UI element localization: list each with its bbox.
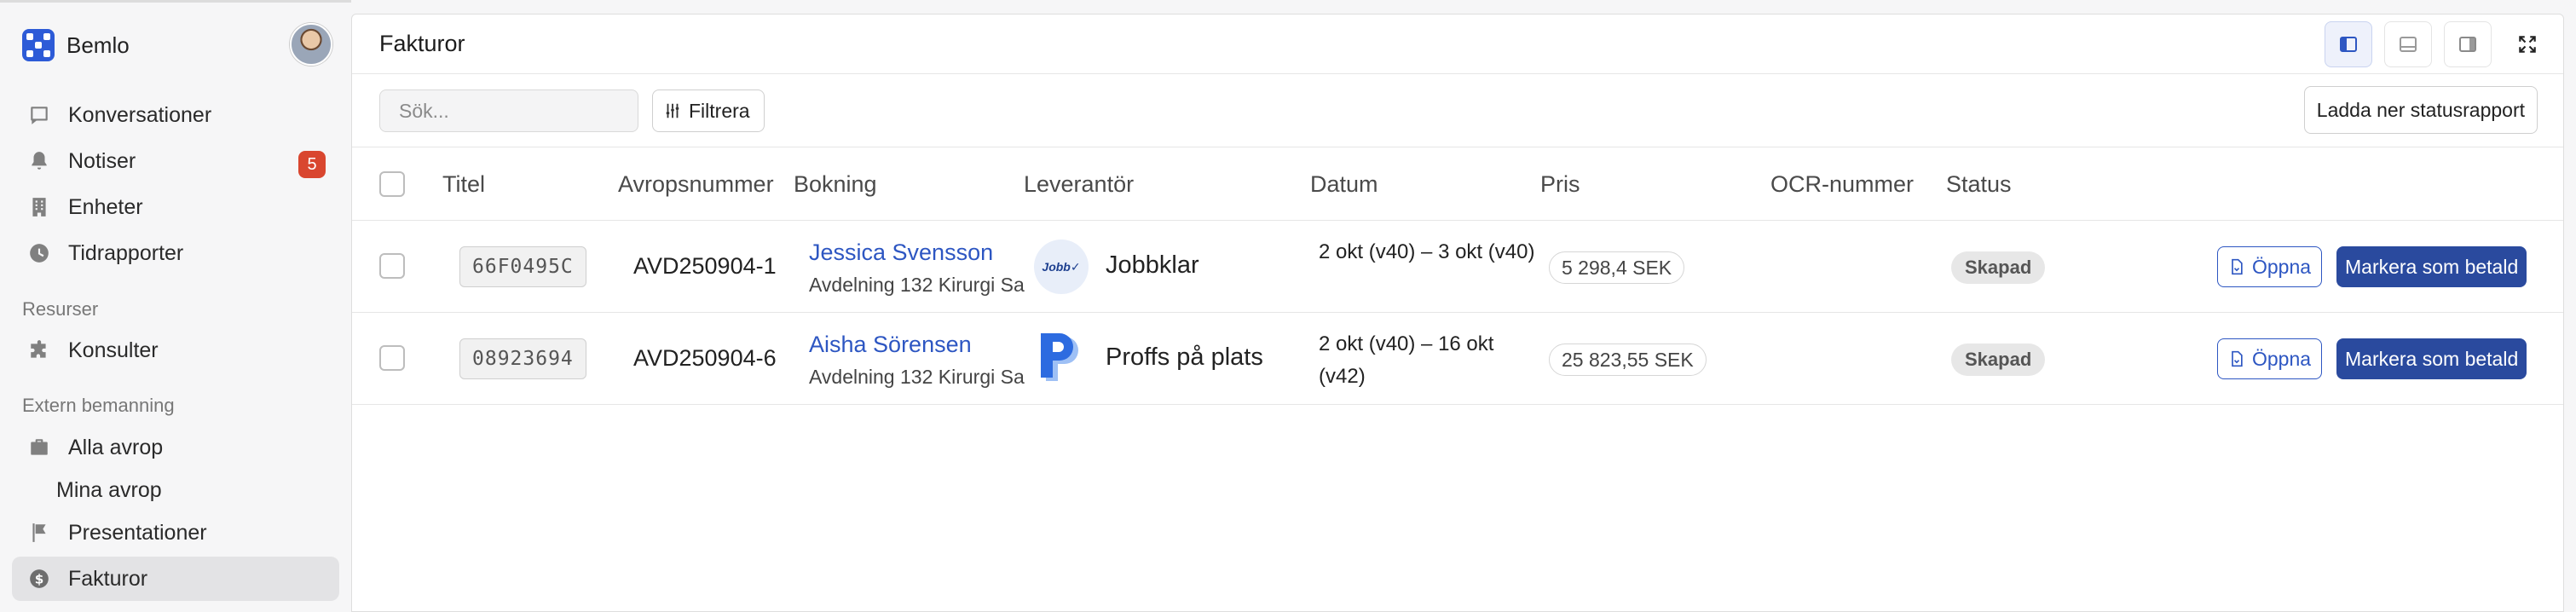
supplier-name: Proffs på plats (1106, 344, 1263, 371)
puzzle-icon (27, 338, 51, 362)
sidebar-item-enheter[interactable]: Enheter (12, 185, 339, 229)
avrop-number: AVD250904-6 (633, 345, 777, 371)
download-status-report-button[interactable]: Ladda ner statusrapport (2303, 86, 2538, 134)
flag-icon (27, 521, 51, 545)
layout-bottom-icon (2400, 37, 2417, 52)
table-header: Titel Avropsnummer Bokning Leverantör Da… (352, 147, 2563, 221)
document-icon (2232, 258, 2243, 275)
column-header-bokning[interactable]: Bokning (794, 171, 877, 198)
view-toggle-group (2325, 21, 2551, 67)
layout-left-icon (2340, 37, 2357, 52)
sidebar-item-mina-avrop[interactable]: Mina avrop (12, 468, 339, 512)
booking-department: Avdelning 132 Kirurgi Sa (809, 274, 1025, 296)
table-row[interactable]: 66F0495C AVD250904-1 Jessica Svensson Av… (352, 221, 2563, 313)
sidebar-item-tidrapporter[interactable]: Tidrapporter (12, 231, 339, 275)
sidebar-item-label: Notiser (68, 148, 136, 173)
filter-button[interactable]: Filtrera (652, 89, 765, 132)
search-input[interactable] (379, 89, 638, 132)
proffs-pa-plats-logo-icon (1034, 332, 1089, 386)
main-panel: Fakturor Filtrera Ladda ner statusrappor… (351, 14, 2564, 612)
dollar-icon: $ (27, 567, 51, 591)
price-chip: 5 298,4 SEK (1549, 251, 1685, 284)
column-header-status[interactable]: Status (1946, 171, 2012, 198)
date-range: 2 okt (v40) – 16 okt (v42) (1319, 332, 1494, 388)
building-icon (27, 195, 51, 219)
open-label: Öppna (2252, 347, 2312, 370)
sidebar-item-notiser[interactable]: Notiser 5 (12, 139, 339, 183)
price-chip: 25 823,55 SEK (1549, 344, 1707, 376)
invoice-title-chip: 66F0495C (459, 246, 586, 287)
jobbklar-logo-icon: Jobb✓ (1034, 240, 1089, 294)
sliders-icon (666, 103, 679, 118)
sidebar-right-layout-button[interactable] (2444, 21, 2492, 67)
page-title: Fakturor (379, 31, 465, 56)
open-button[interactable]: Öppna (2217, 246, 2323, 287)
sidebar-item-label: Konversationer (68, 102, 212, 127)
sidebar-item-label: Konsulter (68, 338, 159, 362)
notification-badge: 5 (298, 151, 326, 178)
booking-department: Avdelning 132 Kirurgi Sa (809, 366, 1025, 388)
bottom-panel-layout-button[interactable] (2384, 21, 2432, 67)
sidebar-item-label: Alla avrop (68, 435, 164, 459)
supplier-name: Jobbklar (1106, 251, 1199, 279)
avrop-number: AVD250904-1 (633, 253, 777, 279)
column-header-datum[interactable]: Datum (1310, 171, 1378, 198)
sidebar-left-layout-button[interactable] (2325, 21, 2372, 67)
sidebar-item-konsulter[interactable]: Konsulter (12, 328, 339, 372)
brand[interactable]: Bemlo (22, 26, 130, 64)
sidebar-item-label: Fakturor (68, 566, 148, 591)
column-header-avropsnummer[interactable]: Avropsnummer (618, 171, 774, 198)
sidebar-item-konversationer[interactable]: Konversationer (12, 93, 339, 137)
clock-icon (27, 241, 51, 265)
open-label: Öppna (2252, 255, 2312, 278)
row-checkbox[interactable] (379, 345, 405, 371)
mark-as-paid-button[interactable]: Markera som betald (2336, 338, 2527, 379)
sidebar-item-label: Enheter (68, 194, 143, 219)
open-button[interactable]: Öppna (2217, 338, 2323, 379)
svg-text:$: $ (35, 571, 44, 586)
invoice-title-chip: 08923694 (459, 338, 586, 379)
layout-right-icon (2459, 37, 2476, 52)
status-badge: Skapad (1951, 344, 2046, 376)
sidebar-item-label: Presentationer (68, 520, 207, 545)
sidebar-item-presentationer[interactable]: Presentationer (12, 511, 339, 555)
sidebar-item-label: Tidrapporter (68, 240, 184, 265)
column-header-pris[interactable]: Pris (1540, 171, 1580, 198)
bell-icon (27, 149, 51, 173)
column-header-titel[interactable]: Titel (442, 171, 485, 198)
mark-as-paid-button[interactable]: Markera som betald (2336, 246, 2527, 287)
status-badge: Skapad (1951, 251, 2046, 284)
date-range: 2 okt (v40) – 3 okt (v40) (1319, 240, 1535, 263)
briefcase-icon (27, 436, 51, 459)
inbox-icon (27, 103, 51, 127)
section-label-extern: Extern bemanning (22, 395, 175, 416)
brand-name: Bemlo (66, 32, 130, 58)
column-header-leverantor[interactable]: Leverantör (1024, 171, 1134, 198)
select-all-checkbox[interactable] (379, 171, 405, 197)
sidebar: Bemlo Konversationer Notiser 5 Enheter T… (0, 0, 351, 612)
sidebar-item-alla-avrop[interactable]: Alla avrop (12, 425, 339, 470)
page-header: Fakturor (352, 14, 2563, 74)
filter-label: Filtrera (689, 99, 750, 122)
booking-link[interactable]: Jessica Svensson (809, 240, 993, 266)
toolbar: Filtrera Ladda ner statusrapport (352, 74, 2563, 147)
row-checkbox[interactable] (379, 253, 405, 279)
column-header-ocr[interactable]: OCR-nummer (1770, 171, 1914, 198)
sidebar-item-fakturor[interactable]: $ Fakturor (12, 557, 339, 601)
document-icon (2232, 350, 2243, 367)
expand-icon (2519, 36, 2536, 53)
booking-link[interactable]: Aisha Sörensen (809, 332, 972, 358)
bemlo-logo-icon (22, 29, 55, 61)
section-label-resurser: Resurser (22, 298, 99, 320)
avatar[interactable] (290, 23, 332, 66)
sidebar-item-label: Mina avrop (56, 477, 162, 502)
fullscreen-button[interactable] (2504, 21, 2551, 67)
table-row[interactable]: 08923694 AVD250904-6 Aisha Sörensen Avde… (352, 313, 2563, 405)
